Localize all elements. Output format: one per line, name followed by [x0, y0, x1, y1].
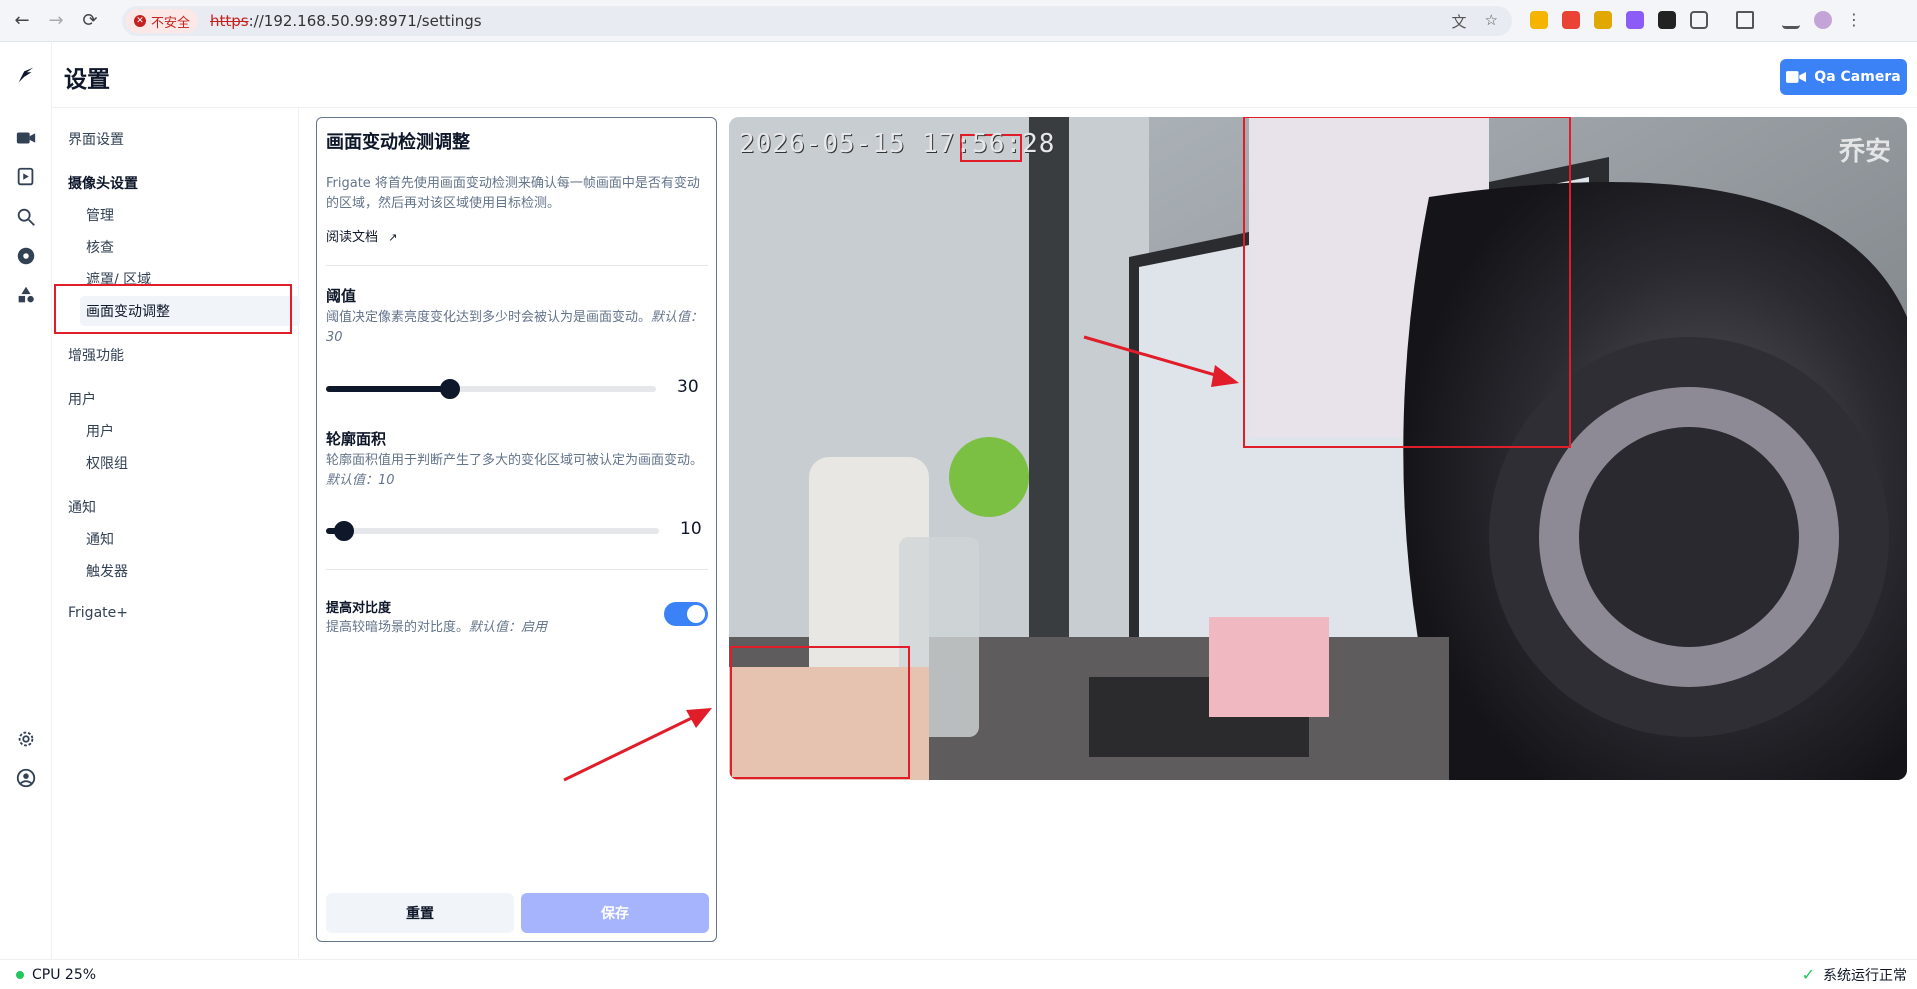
improve-contrast-description: 提高较暗场景的对比度。默认值：启用: [326, 620, 548, 635]
nav-users[interactable]: 用户: [86, 421, 114, 441]
bookmark-star-icon[interactable]: ☆: [1485, 11, 1498, 32]
icon-rail: [0, 43, 52, 959]
threshold-description: 阈值决定像素亮度变化达到多少时会被认为是画面变动。默认值：30: [326, 310, 704, 345]
improve-contrast-toggle[interactable]: [664, 602, 708, 626]
url-text: ://192.168.50.99:8971/settings: [248, 12, 482, 30]
external-link-icon: ↗: [388, 231, 398, 244]
status-bar: CPU 25% ✓ 系统运行正常: [0, 959, 1917, 989]
settings-gear-icon[interactable]: [12, 725, 40, 753]
check-icon: ✓: [1801, 965, 1815, 984]
account-icon[interactable]: [12, 764, 40, 792]
url-scheme: https: [210, 12, 249, 30]
menu-dots-icon[interactable]: ⋮: [1846, 10, 1862, 29]
reload-icon[interactable]: ⟳: [78, 9, 102, 33]
nav-users-section[interactable]: 用户: [68, 389, 96, 409]
warning-icon: ✕: [134, 15, 146, 27]
puzzle-icon[interactable]: [1690, 10, 1708, 29]
forward-icon[interactable]: →: [44, 9, 68, 33]
threshold-slider[interactable]: [326, 379, 656, 399]
improve-contrast-title: 提高对比度: [326, 601, 392, 616]
extension-icon[interactable]: [1562, 10, 1580, 29]
divider: [326, 265, 708, 266]
nav-roles[interactable]: 权限组: [86, 453, 128, 473]
browser-toolbar: ← → ⟳ ✕ 不安全 https ://192.168.50.99:8971/…: [0, 0, 1917, 42]
camera-preview: 2026-05-15 17:56:28 乔安: [729, 117, 1907, 780]
search-icon[interactable]: [12, 203, 40, 231]
nav-ui-settings[interactable]: 界面设置: [68, 129, 124, 149]
extension-icon[interactable]: [1658, 10, 1676, 29]
explore-shapes-icon[interactable]: [12, 281, 40, 309]
extension-icon[interactable]: [1626, 10, 1644, 29]
frigate-logo-icon[interactable]: [12, 61, 40, 89]
threshold-slider-fill: [326, 386, 450, 392]
nav-camera-settings[interactable]: 摄像头设置: [68, 173, 138, 193]
live-camera-icon[interactable]: [12, 124, 40, 152]
review-icon[interactable]: [12, 163, 40, 191]
export-disc-icon[interactable]: [12, 242, 40, 270]
nav-enrichments[interactable]: 增强功能: [68, 345, 124, 365]
read-docs-link[interactable]: 阅读文档 ↗: [326, 226, 397, 245]
contour-area-value: 10: [680, 519, 702, 539]
header-divider: [52, 107, 1917, 108]
page-title: 设置: [64, 67, 110, 93]
panel-description: Frigate 将首先使用画面变动检测来确认每一帧画面中是否有变动的区域，然后再…: [326, 176, 700, 211]
translate-icon[interactable]: 文: [1452, 11, 1467, 32]
extension-icon[interactable]: [1530, 10, 1548, 29]
cpu-usage: CPU 25%: [32, 966, 97, 983]
profile-avatar[interactable]: [1814, 10, 1832, 29]
tab-search-icon[interactable]: [1736, 10, 1754, 29]
contour-area-title: 轮廓面积: [326, 430, 387, 448]
motion-tuner-panel: 画面变动检测调整 Frigate 将首先使用画面变动检测来确认每一帧画面中是否有…: [316, 117, 717, 942]
contour-area-slider[interactable]: [326, 521, 659, 541]
threshold-title: 阈值: [326, 287, 357, 305]
camera-brand-watermark: 乔安: [1838, 137, 1891, 167]
camera-select-button[interactable]: Qa Camera: [1780, 59, 1907, 95]
back-icon[interactable]: ←: [10, 9, 34, 33]
camera-image: [729, 117, 1907, 780]
extension-icon[interactable]: [1594, 10, 1612, 29]
security-indicator[interactable]: ✕ 不安全: [126, 9, 199, 33]
contour-area-description: 轮廓面积值用于判断产生了多大的变化区域可被认定为画面变动。默认值：10: [326, 453, 704, 488]
annotation-highlight-box: [54, 284, 292, 334]
nav-notifications[interactable]: 通知: [86, 529, 114, 549]
nav-frigate-plus[interactable]: Frigate+: [68, 605, 128, 621]
address-bar[interactable]: ✕ 不安全 https ://192.168.50.99:8971/settin…: [122, 6, 1512, 36]
save-button[interactable]: 保存: [521, 893, 709, 933]
system-status[interactable]: 系统运行正常: [1823, 965, 1907, 985]
settings-nav: 界面设置 摄像头设置 管理 核查 遮罩/ 区域 画面变动调整 增强功能 用户 用…: [52, 108, 300, 958]
divider: [326, 569, 708, 570]
reset-button[interactable]: 重置: [326, 893, 514, 933]
toggle-knob: [687, 605, 705, 623]
camera-timestamp: 2026-05-15 17:56:28: [739, 129, 1056, 159]
threshold-slider-thumb[interactable]: [440, 379, 460, 399]
nav-triggers[interactable]: 触发器: [86, 561, 128, 581]
cpu-status-dot: [16, 970, 24, 979]
panel-title: 画面变动检测调整: [326, 132, 470, 153]
nav-notifications-section[interactable]: 通知: [68, 497, 96, 517]
nav-review[interactable]: 核查: [86, 237, 114, 257]
contour-area-slider-thumb[interactable]: [334, 521, 354, 541]
download-icon[interactable]: [1782, 11, 1800, 29]
nav-manage[interactable]: 管理: [86, 205, 114, 225]
threshold-value: 30: [677, 377, 699, 397]
video-camera-icon: [1786, 71, 1807, 83]
annotation-arrow: [563, 708, 712, 782]
